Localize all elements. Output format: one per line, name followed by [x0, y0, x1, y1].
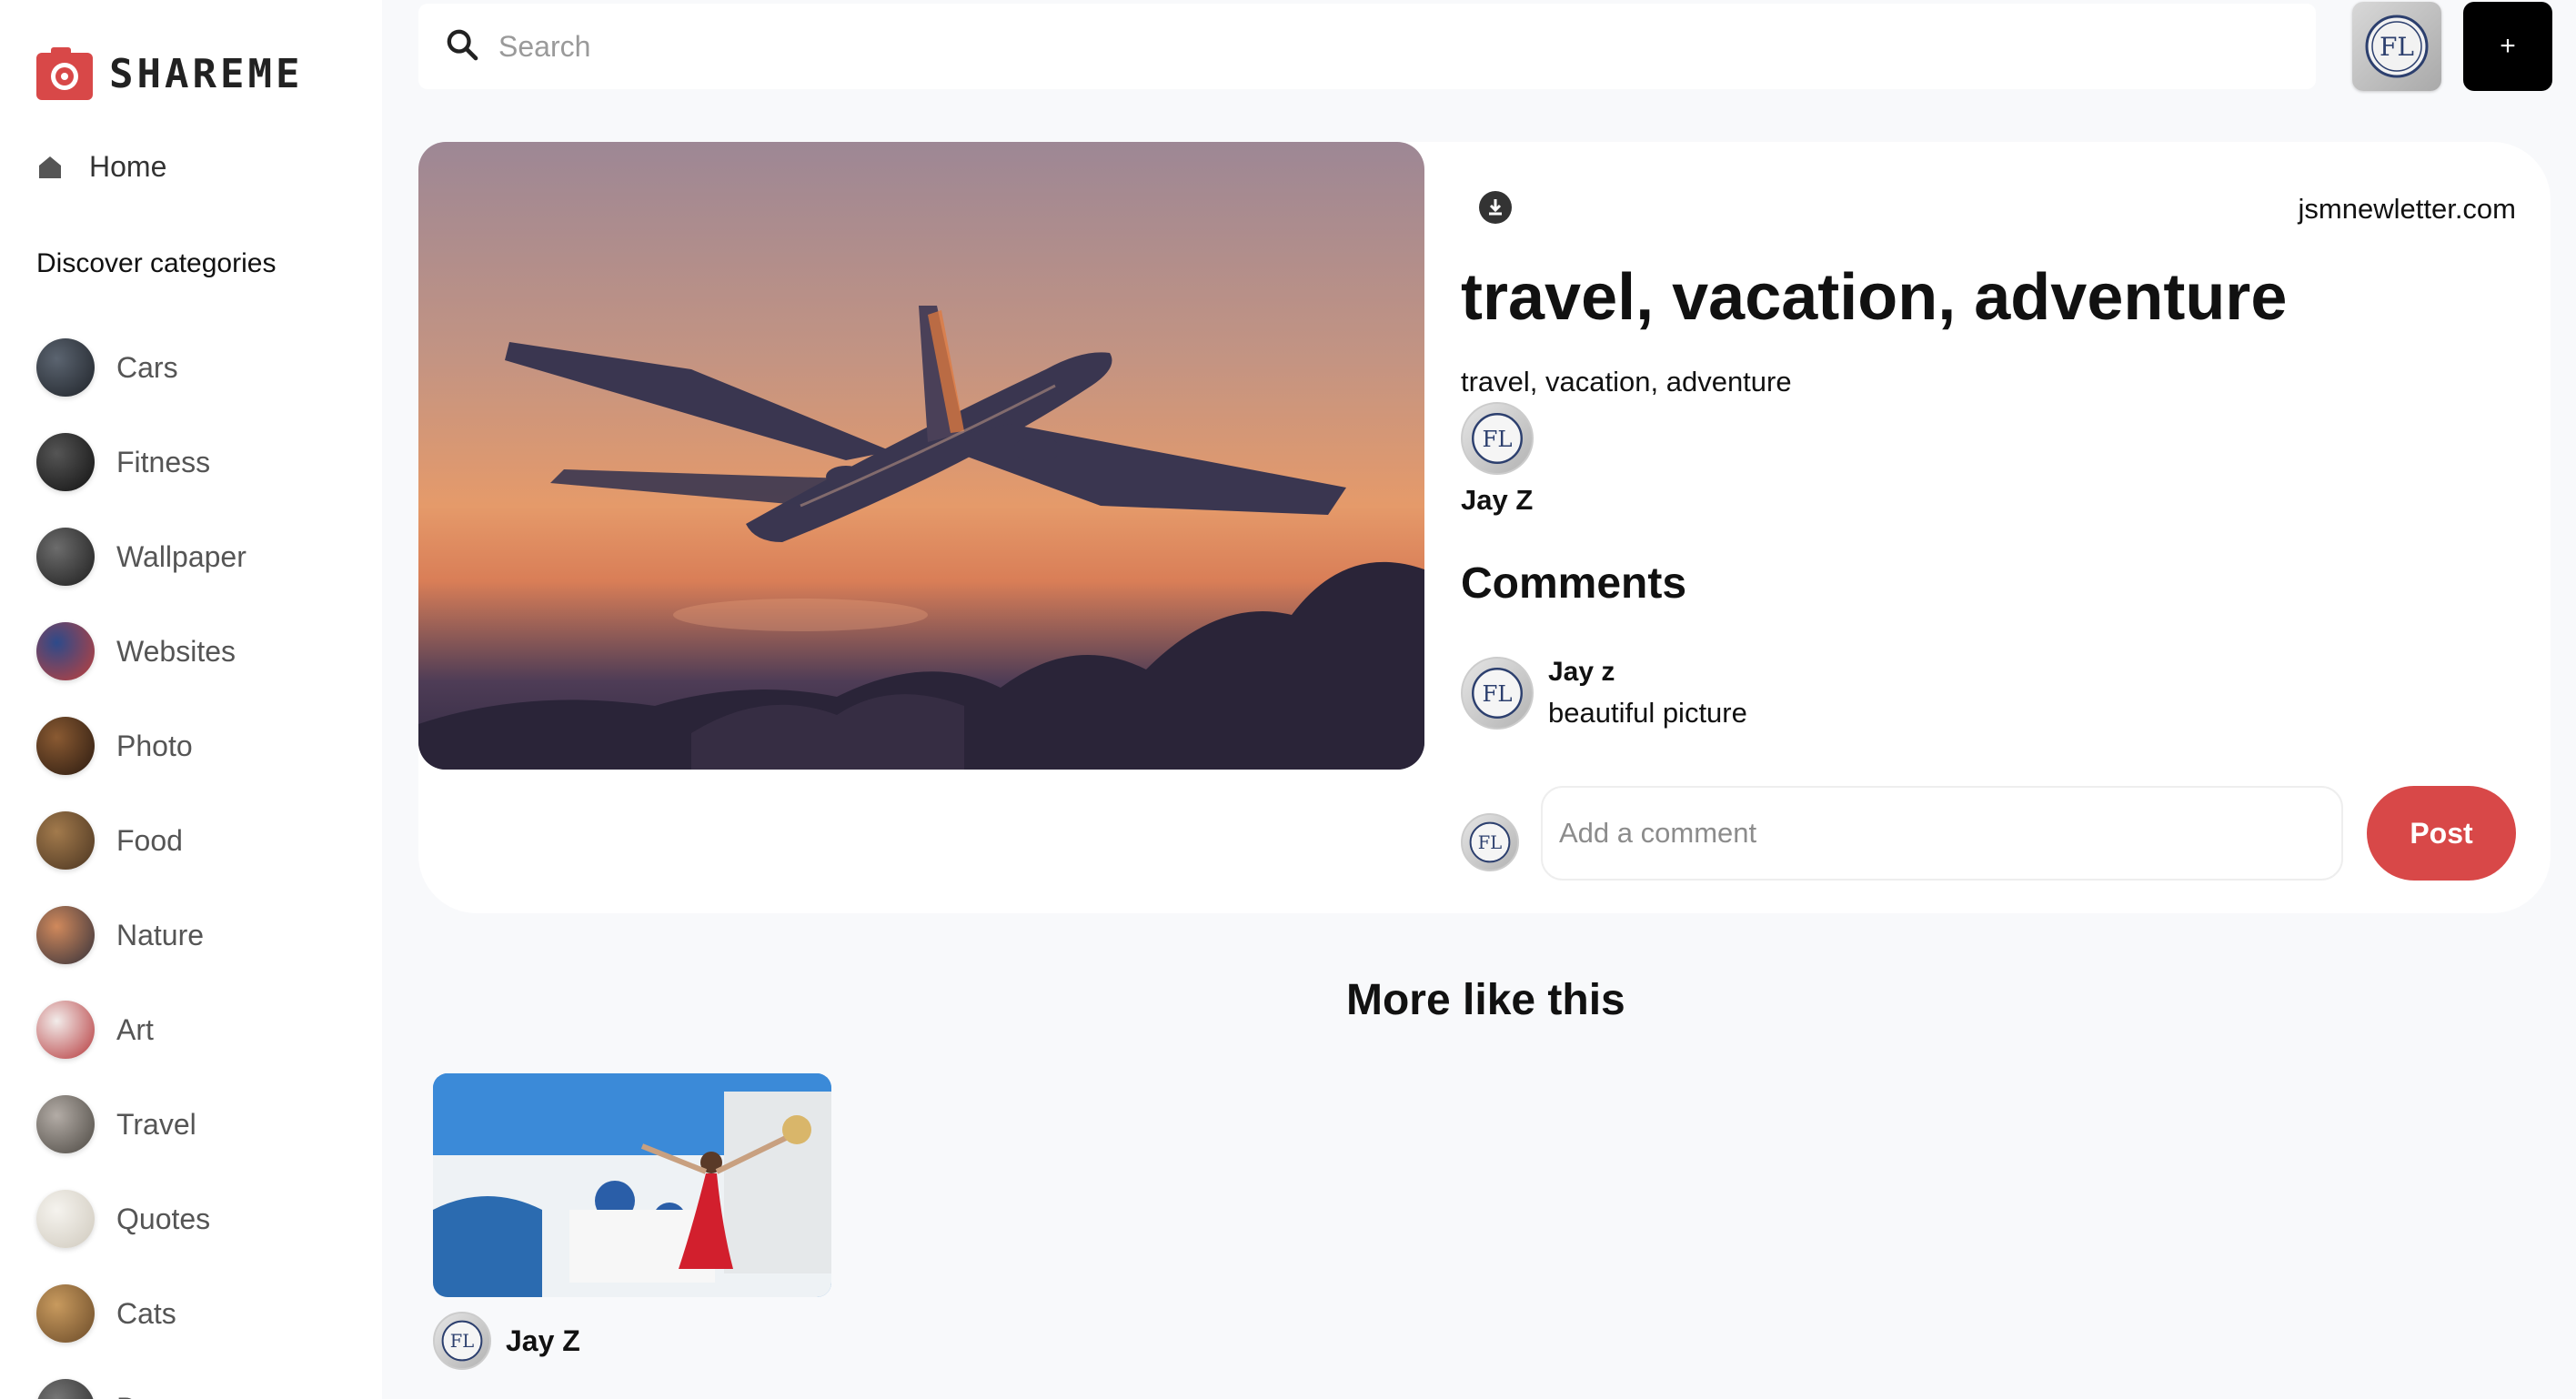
- category-item[interactable]: Dogs: [36, 1361, 247, 1399]
- avatar-initials: FL: [450, 1331, 474, 1352]
- create-pin-button[interactable]: +: [2463, 2, 2552, 91]
- pin-image[interactable]: [418, 142, 1424, 770]
- related-pin[interactable]: FL Jay Z: [433, 1073, 831, 1370]
- avatar: FL: [433, 1312, 491, 1370]
- user-avatar-button[interactable]: FL: [2352, 2, 2441, 91]
- discover-heading: Discover categories: [36, 248, 277, 278]
- category-thumbnail: [36, 1095, 95, 1153]
- travel-photo-icon: [433, 1073, 831, 1297]
- category-thumbnail: [36, 811, 95, 870]
- category-label: Nature: [116, 918, 205, 951]
- avatar: FL: [1461, 402, 1534, 475]
- search-input[interactable]: [498, 29, 2227, 64]
- avatar-initials: FL: [2380, 32, 2414, 62]
- nav-home[interactable]: Home: [36, 150, 166, 184]
- avatar-initials: FL: [1478, 832, 1502, 853]
- related-pin-author-name: Jay Z: [506, 1324, 580, 1357]
- comment-body: Jay z beautiful picture: [1548, 657, 1747, 730]
- category-label: Websites: [116, 634, 236, 668]
- category-item[interactable]: Cars: [36, 320, 247, 415]
- pin-author[interactable]: FL Jay Z: [1461, 402, 1534, 517]
- avatar-initials: FL: [1482, 680, 1512, 707]
- download-icon: [1489, 199, 1502, 216]
- pin-detail-card: jsmnewletter.com travel, vacation, adven…: [418, 142, 2551, 913]
- avatar[interactable]: FL: [1461, 657, 1534, 730]
- category-item[interactable]: Food: [36, 793, 247, 888]
- search-icon: [444, 26, 480, 67]
- category-thumbnail: [36, 433, 95, 491]
- destination-link[interactable]: jsmnewletter.com: [2299, 193, 2516, 226]
- nav-home-label: Home: [89, 150, 167, 183]
- category-thumbnail: [36, 1190, 95, 1248]
- category-item[interactable]: Quotes: [36, 1172, 247, 1266]
- category-label: Wallpaper: [116, 539, 247, 573]
- category-label: Photo: [116, 729, 193, 762]
- download-button[interactable]: [1479, 191, 1512, 224]
- more-like-this-title: More like this: [1346, 976, 1625, 1024]
- avatar-monogram-icon: FL: [1472, 668, 1523, 719]
- category-thumbnail: [36, 717, 95, 775]
- post-comment-button[interactable]: Post: [2367, 786, 2516, 881]
- avatar[interactable]: FL: [1461, 813, 1519, 871]
- comments-title: Comments: [1461, 559, 1687, 608]
- category-list: Cars Fitness Wallpaper Websites Photo Fo…: [36, 320, 247, 1399]
- related-pin-author[interactable]: FL Jay Z: [433, 1312, 831, 1370]
- avatar-monogram-icon: FL: [1469, 821, 1511, 863]
- category-item[interactable]: Fitness: [36, 415, 247, 509]
- category-label: Cats: [116, 1296, 176, 1330]
- category-item[interactable]: Cats: [36, 1266, 247, 1361]
- brand-logo[interactable]: SHAREME: [36, 45, 303, 102]
- category-label: Cars: [116, 350, 178, 384]
- avatar-monogram-icon: FL: [1472, 413, 1523, 464]
- category-item[interactable]: Wallpaper: [36, 509, 247, 604]
- pin-details: jsmnewletter.com travel, vacation, adven…: [1461, 142, 2516, 913]
- category-item[interactable]: Websites: [36, 604, 247, 699]
- comment-input[interactable]: [1541, 786, 2343, 881]
- avatar-monogram-icon: FL: [2365, 15, 2429, 78]
- category-item[interactable]: Nature: [36, 888, 247, 982]
- author-name: Jay Z: [1461, 484, 1534, 516]
- pin-about: travel, vacation, adventure: [1461, 366, 1792, 398]
- category-item[interactable]: Photo: [36, 699, 247, 793]
- avatar-monogram-icon: FL: [441, 1320, 483, 1362]
- comment-text: beautiful picture: [1548, 697, 1747, 729]
- category-thumbnail: [36, 1284, 95, 1343]
- camera-icon: [36, 45, 93, 102]
- brand-name: SHAREME: [109, 50, 304, 97]
- category-label: Fitness: [116, 445, 211, 478]
- category-label: Food: [116, 823, 183, 857]
- category-label: Quotes: [116, 1202, 211, 1235]
- related-pin-image[interactable]: [433, 1073, 831, 1297]
- avatar-initials: FL: [1482, 426, 1512, 452]
- category-label: Art: [116, 1012, 154, 1046]
- category-thumbnail: [36, 622, 95, 680]
- category-label: Travel: [116, 1107, 196, 1141]
- category-item[interactable]: Travel: [36, 1077, 247, 1172]
- add-comment-row: FL Post: [1461, 782, 2516, 882]
- category-thumbnail: [36, 1001, 95, 1059]
- category-label: Dogs: [116, 1392, 185, 1399]
- sidebar: SHAREME Home Discover categories Cars Fi…: [0, 0, 382, 1399]
- search-bar: [418, 4, 2316, 89]
- comment-user: Jay z: [1548, 657, 1615, 687]
- home-icon: [36, 154, 64, 181]
- category-thumbnail: [36, 528, 95, 586]
- comment-item: FL Jay z beautiful picture: [1461, 657, 1747, 730]
- category-thumbnail: [36, 1379, 95, 1399]
- airplane-icon: [418, 306, 1424, 770]
- category-thumbnail: [36, 338, 95, 397]
- category-thumbnail: [36, 906, 95, 964]
- category-item[interactable]: Art: [36, 982, 247, 1077]
- pin-title: travel, vacation, adventure: [1461, 261, 2288, 334]
